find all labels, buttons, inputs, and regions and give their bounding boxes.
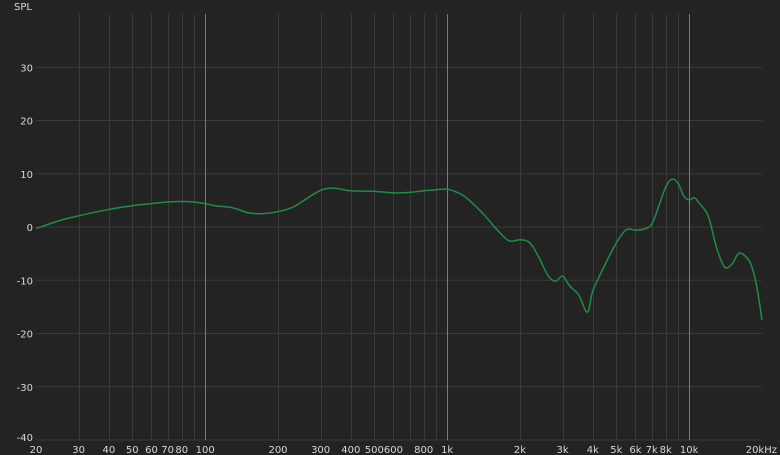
x-tick-label: 5k (610, 445, 622, 455)
y-tick-label: -40 (17, 433, 33, 444)
x-tick-label: 70 (161, 445, 174, 455)
x-tick-label: 4k (587, 445, 599, 455)
x-tick-label: 6k (629, 445, 641, 455)
x-tick-label: 20kHz (746, 445, 777, 455)
x-tick-label: 30 (72, 445, 85, 455)
y-tick-label: 20 (20, 117, 33, 128)
y-tick-label: -30 (17, 383, 33, 394)
y-tick-label: 10 (20, 170, 33, 181)
y-tick-label: -10 (17, 276, 33, 287)
x-tick-label: 400 (341, 445, 360, 455)
y-tick-label: -20 (17, 330, 33, 341)
frequency-response-chart: 3020100-10-20-30-40 20 30 40 50 60 70 80 100 200… (0, 0, 780, 455)
x-tick-label: 80 (175, 445, 188, 455)
x-tick-label: 600 (384, 445, 403, 455)
x-tick-label: 3k (557, 445, 569, 455)
x-tick-label: 2k (514, 445, 526, 455)
x-tick-label: 300 (311, 445, 330, 455)
y-tick-label: 0 (27, 223, 33, 234)
x-tick-label: 50 (126, 445, 139, 455)
x-tick-label: 20 (30, 445, 43, 455)
x-tick-label: 100 (196, 445, 215, 455)
x-tick-label: 1k (441, 445, 453, 455)
x-tick-label: 500 (365, 445, 384, 455)
x-tick-label: 10k (680, 445, 699, 455)
x-tick-label: 200 (268, 445, 287, 455)
y-tick-label: 30 (20, 63, 33, 74)
y-axis-label: SPL (14, 2, 32, 13)
x-tick-label: 7k (646, 445, 658, 455)
x-tick-label: 40 (102, 445, 115, 455)
x-tick-label: 800 (414, 445, 433, 455)
x-tick-label: 8k (660, 445, 672, 455)
x-tick-label: 60 (145, 445, 158, 455)
